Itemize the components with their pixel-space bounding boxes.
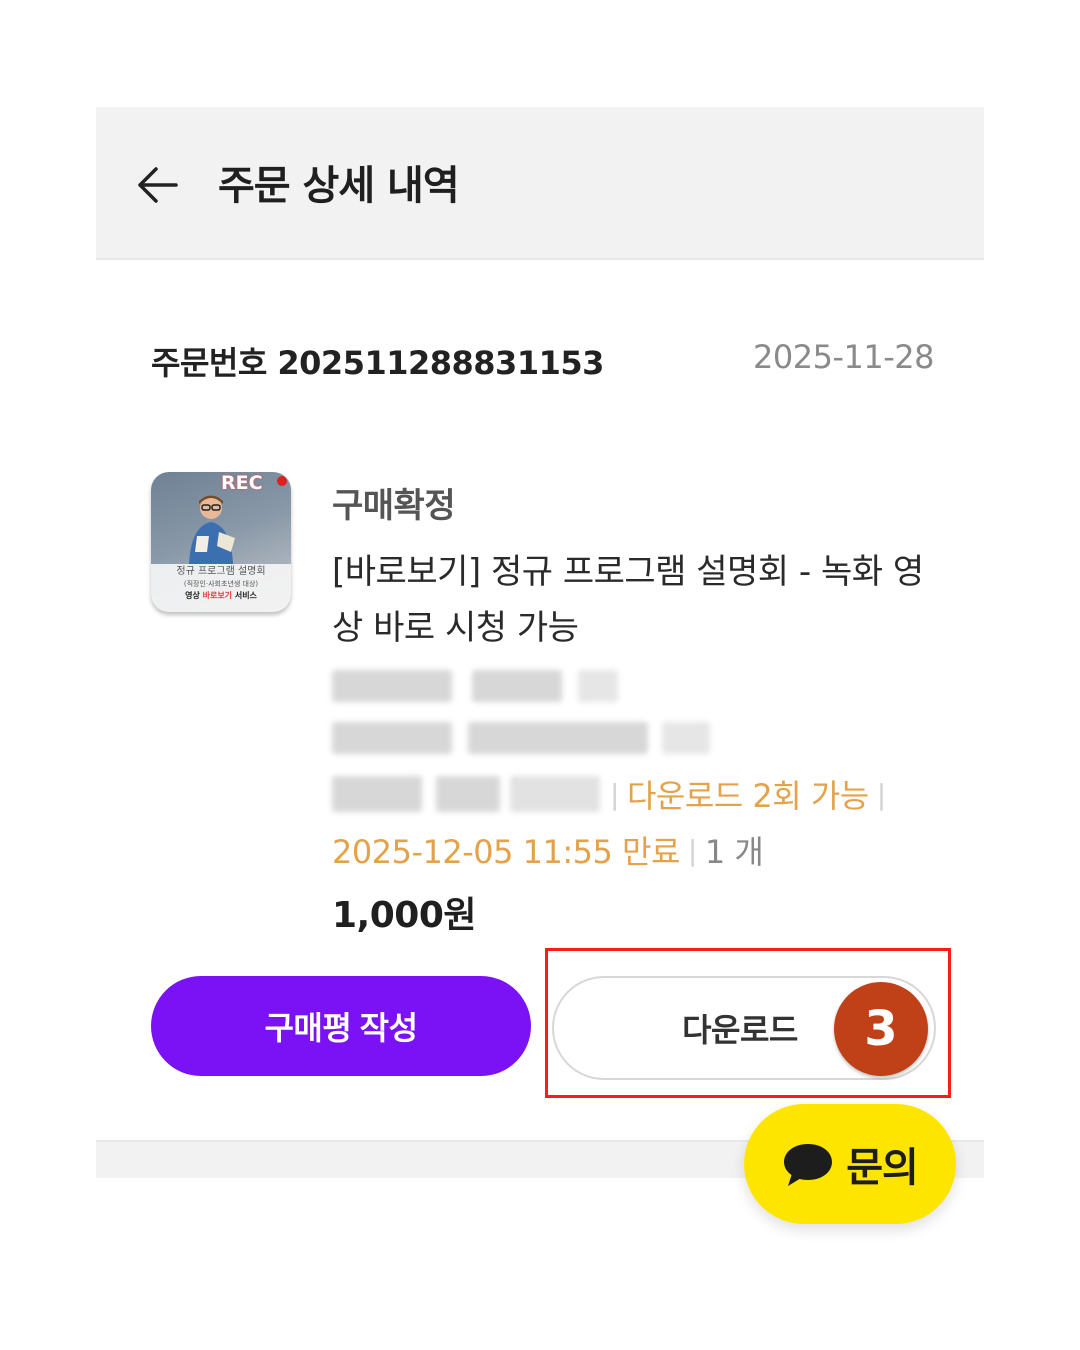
rec-label: REC — [221, 472, 263, 494]
product-thumbnail[interactable]: REC 정규 프로그램 설명회 (직장인·사회초년생 대상) 영상 바로보기 서… — [151, 472, 291, 612]
record-dot-icon — [277, 476, 287, 486]
thumbnail-caption: 정규 프로그램 설명회 (직장인·사회초년생 대상) 영상 바로보기 서비스 — [151, 564, 291, 612]
inquiry-chat-button[interactable]: 문의 — [744, 1104, 956, 1224]
separator: | — [610, 777, 619, 811]
product-price: 1,000원 — [332, 895, 477, 936]
separator: | — [687, 833, 697, 867]
page-title: 주문 상세 내역 — [218, 163, 460, 209]
separator: | — [876, 777, 886, 811]
order-detail: 주문번호 202511288831153 2025-11-28 REC 정규 프… — [96, 260, 984, 1140]
arrow-left-icon[interactable] — [136, 165, 180, 205]
inquiry-label: 문의 — [846, 1145, 919, 1191]
redacted-option-line-2 — [332, 722, 712, 754]
page-header: 주문 상세 내역 — [96, 107, 984, 260]
thumbnail-caption-title: 정규 프로그램 설명회 — [176, 566, 266, 577]
order-number: 주문번호 202511288831153 — [151, 344, 604, 382]
download-limit: 다운로드 2회 가능 — [626, 777, 869, 815]
order-status: 구매확정 — [332, 486, 456, 526]
thumbnail-caption-subtitle: (직장인·사회초년생 대상) — [183, 580, 259, 588]
option-details: | 다운로드 2회 가능 | — [332, 772, 894, 816]
write-review-button[interactable]: 구매평 작성 — [151, 976, 531, 1076]
redacted-option-line-1 — [332, 670, 622, 702]
chat-bubble-icon — [784, 1144, 833, 1186]
expiry-details: 2025-12-05 11:55 만료 | 1 개 — [332, 828, 764, 872]
quantity: 1 개 — [704, 833, 764, 871]
presenter-illustration — [189, 495, 235, 564]
expiry-date: 2025-12-05 11:55 만료 — [332, 833, 680, 871]
thumbnail-caption-service: 영상 바로보기 서비스 — [185, 591, 257, 600]
redacted-option-name — [332, 776, 602, 812]
product-title[interactable]: [바로보기] 정규 프로그램 설명회 - 녹화 영상 바로 시청 가능 — [332, 544, 932, 656]
step-badge: 3 — [834, 982, 928, 1076]
order-date: 2025-11-28 — [753, 338, 934, 376]
